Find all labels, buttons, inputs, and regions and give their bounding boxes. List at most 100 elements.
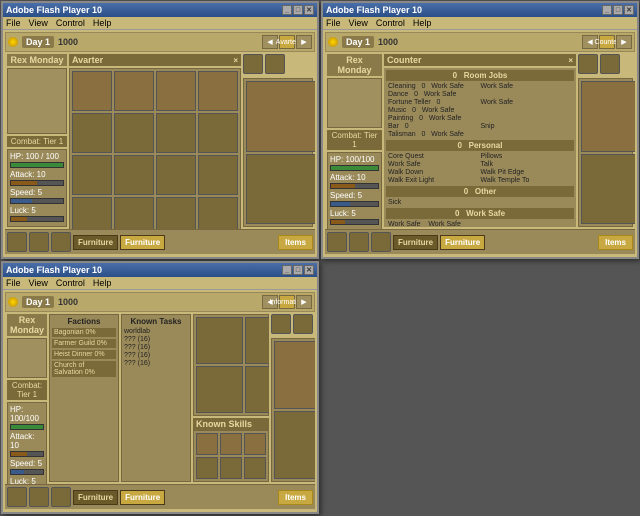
item-slot-11[interactable] bbox=[156, 155, 196, 195]
item-slot-12[interactable] bbox=[198, 155, 238, 195]
factions-panel: Factions Bagonian 0% Farmer Guild 0% Hei… bbox=[49, 314, 119, 482]
maximize-button[interactable]: □ bbox=[293, 5, 303, 15]
info-menu-help[interactable]: Help bbox=[93, 278, 112, 288]
counter-maximize[interactable]: □ bbox=[613, 5, 623, 15]
counter-slot-1[interactable] bbox=[581, 81, 635, 152]
furniture-button-2[interactable]: Furniture bbox=[120, 235, 165, 250]
item-slot-14[interactable] bbox=[114, 197, 154, 229]
info-tab-active[interactable]: Information bbox=[279, 295, 295, 309]
personal-grid: Core Quest Pillows Work Safe Talk Walk D… bbox=[386, 153, 574, 184]
counter-tab-active[interactable]: Counter bbox=[599, 35, 615, 49]
skill-slot-2[interactable] bbox=[220, 433, 242, 455]
task-worldlab: worldlab bbox=[124, 328, 188, 335]
action-icon-1[interactable] bbox=[243, 54, 263, 74]
info-slot-2[interactable] bbox=[245, 317, 269, 364]
menubar: File View Control Help bbox=[3, 17, 317, 30]
counter-furniture-2[interactable]: Furniture bbox=[440, 235, 485, 250]
other-content: Sick bbox=[386, 199, 574, 206]
item-slot-9[interactable] bbox=[72, 155, 112, 195]
info-bottom-2[interactable] bbox=[29, 487, 49, 507]
item-slot-15[interactable] bbox=[156, 197, 196, 229]
close-x[interactable]: × bbox=[233, 56, 238, 65]
info-menu-control[interactable]: Control bbox=[56, 278, 85, 288]
faction-heist[interactable]: Heist Dinner 0% bbox=[52, 350, 116, 359]
skill-slot-4[interactable] bbox=[196, 457, 218, 479]
faction-bagonian[interactable]: Bagonian 0% bbox=[52, 328, 116, 337]
counter-close[interactable]: ✕ bbox=[624, 5, 634, 15]
bottom-icon-3[interactable] bbox=[51, 232, 71, 252]
info-minimize[interactable]: _ bbox=[282, 265, 292, 275]
info-close[interactable]: ✕ bbox=[304, 265, 314, 275]
counter-menu-view[interactable]: View bbox=[349, 18, 368, 28]
counter-close-x[interactable]: × bbox=[568, 56, 573, 65]
bottom-icon-1[interactable] bbox=[7, 232, 27, 252]
menu-view[interactable]: View bbox=[29, 18, 48, 28]
item-slot-10[interactable] bbox=[114, 155, 154, 195]
menu-control[interactable]: Control bbox=[56, 18, 85, 28]
item-slot-3[interactable] bbox=[156, 71, 196, 111]
item-slot-8[interactable] bbox=[198, 113, 238, 153]
faction-church[interactable]: Church of Salvation 0% bbox=[52, 361, 116, 377]
item-slot-13[interactable] bbox=[72, 197, 112, 229]
tab-avarter[interactable]: Avarter bbox=[279, 35, 295, 49]
counter-menu-file[interactable]: File bbox=[326, 18, 341, 28]
item-slot-4[interactable] bbox=[198, 71, 238, 111]
skill-slot-5[interactable] bbox=[220, 457, 242, 479]
item-slot-2[interactable] bbox=[114, 71, 154, 111]
menu-help[interactable]: Help bbox=[93, 18, 112, 28]
counter-action-1[interactable] bbox=[578, 54, 598, 74]
counter-tab-2[interactable]: ▶ bbox=[616, 35, 632, 49]
info-action-2[interactable] bbox=[293, 314, 313, 334]
menu-file[interactable]: File bbox=[6, 18, 21, 28]
item-slot-5[interactable] bbox=[72, 113, 112, 153]
close-button[interactable]: ✕ bbox=[304, 5, 314, 15]
info-items-btn[interactable]: Items bbox=[278, 490, 313, 505]
window-controls[interactable]: _ □ ✕ bbox=[282, 5, 314, 15]
counter-window-controls[interactable]: _ □ ✕ bbox=[602, 5, 634, 15]
item-slot-1[interactable] bbox=[72, 71, 112, 111]
counter-left-panel: Rex Monday Combat: Tier 1 HP: 100/100 At… bbox=[327, 54, 382, 227]
minimize-button[interactable]: _ bbox=[282, 5, 292, 15]
item-slot-16[interactable] bbox=[198, 197, 238, 229]
faction-farmer[interactable]: Farmer Guild 0% bbox=[52, 339, 116, 348]
info-bottom-1[interactable] bbox=[7, 487, 27, 507]
counter-menu-help[interactable]: Help bbox=[413, 18, 432, 28]
right-slot-3[interactable] bbox=[246, 154, 315, 225]
info-slot-4[interactable] bbox=[196, 366, 243, 413]
right-slot-1[interactable] bbox=[246, 81, 315, 152]
item-slot-7[interactable] bbox=[156, 113, 196, 153]
info-bottom-3[interactable] bbox=[51, 487, 71, 507]
info-right-slot-3[interactable] bbox=[274, 411, 315, 479]
item-slot-6[interactable] bbox=[114, 113, 154, 153]
tab-2[interactable]: ▶ bbox=[296, 35, 312, 49]
info-tab-right[interactable]: ▶ bbox=[296, 295, 312, 309]
counter-items-btn[interactable]: Items bbox=[598, 235, 633, 250]
info-menu-view[interactable]: View bbox=[29, 278, 48, 288]
counter-action-2[interactable] bbox=[600, 54, 620, 74]
info-menu-file[interactable]: File bbox=[6, 278, 21, 288]
counter-slot-3[interactable] bbox=[581, 154, 635, 225]
info-furniture-1[interactable]: Furniture bbox=[73, 490, 118, 505]
info-action-1[interactable] bbox=[271, 314, 291, 334]
info-right-slot-1[interactable] bbox=[274, 341, 315, 409]
counter-minimize[interactable]: _ bbox=[602, 5, 612, 15]
furniture-button-1[interactable]: Furniture bbox=[73, 235, 118, 250]
info-slot-1[interactable] bbox=[196, 317, 243, 364]
skill-slot-3[interactable] bbox=[244, 433, 266, 455]
info-furniture-2[interactable]: Furniture bbox=[120, 490, 165, 505]
task-4: ??? (16) bbox=[124, 360, 188, 367]
counter-bottom-3[interactable] bbox=[371, 232, 391, 252]
info-slot-5[interactable] bbox=[245, 366, 269, 413]
counter-bottom-2[interactable] bbox=[349, 232, 369, 252]
counter-furniture-1[interactable]: Furniture bbox=[393, 235, 438, 250]
bottom-icon-2[interactable] bbox=[29, 232, 49, 252]
counter-right-grid bbox=[578, 78, 633, 227]
counter-menu-control[interactable]: Control bbox=[376, 18, 405, 28]
action-icon-2[interactable] bbox=[265, 54, 285, 74]
skill-slot-1[interactable] bbox=[196, 433, 218, 455]
info-maximize[interactable]: □ bbox=[293, 265, 303, 275]
items-button[interactable]: Items bbox=[278, 235, 313, 250]
counter-bottom-1[interactable] bbox=[327, 232, 347, 252]
skill-slot-6[interactable] bbox=[244, 457, 266, 479]
info-window-controls[interactable]: _ □ ✕ bbox=[282, 265, 314, 275]
